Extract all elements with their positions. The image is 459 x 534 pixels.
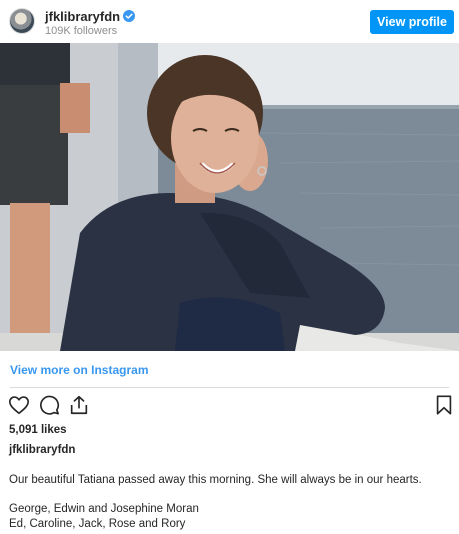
username-row[interactable]: jfklibraryfdn <box>45 9 136 24</box>
share-icon[interactable] <box>68 394 90 416</box>
username[interactable]: jfklibraryfdn <box>45 9 120 24</box>
comment-icon[interactable] <box>38 394 60 416</box>
heart-icon[interactable] <box>8 394 30 416</box>
caption-text: Our beautiful Tatiana passed away this m… <box>9 474 422 486</box>
caption-signature-line-2: Ed, Caroline, Jack, Rose and Rory <box>9 518 186 530</box>
action-bar <box>8 394 453 416</box>
post-photo[interactable] <box>0 43 459 351</box>
caption-signature-line-1: George, Edwin and Josephine Moran <box>9 503 199 515</box>
instagram-embed-card: jfklibraryfdn 109K followers View profil… <box>0 0 459 534</box>
verified-badge-icon <box>123 10 136 22</box>
bookmark-icon[interactable] <box>433 394 455 416</box>
caption-username[interactable]: jfklibraryfdn <box>9 444 75 456</box>
post-header: jfklibraryfdn 109K followers View profil… <box>0 0 459 43</box>
divider <box>10 387 449 388</box>
post-photo-image <box>0 43 459 351</box>
followers-count: 109K followers <box>45 25 118 37</box>
avatar[interactable] <box>9 8 35 34</box>
view-profile-button[interactable]: View profile <box>370 10 454 34</box>
view-more-link[interactable]: View more on Instagram <box>10 363 149 377</box>
likes-count[interactable]: 5,091 likes <box>9 424 67 436</box>
